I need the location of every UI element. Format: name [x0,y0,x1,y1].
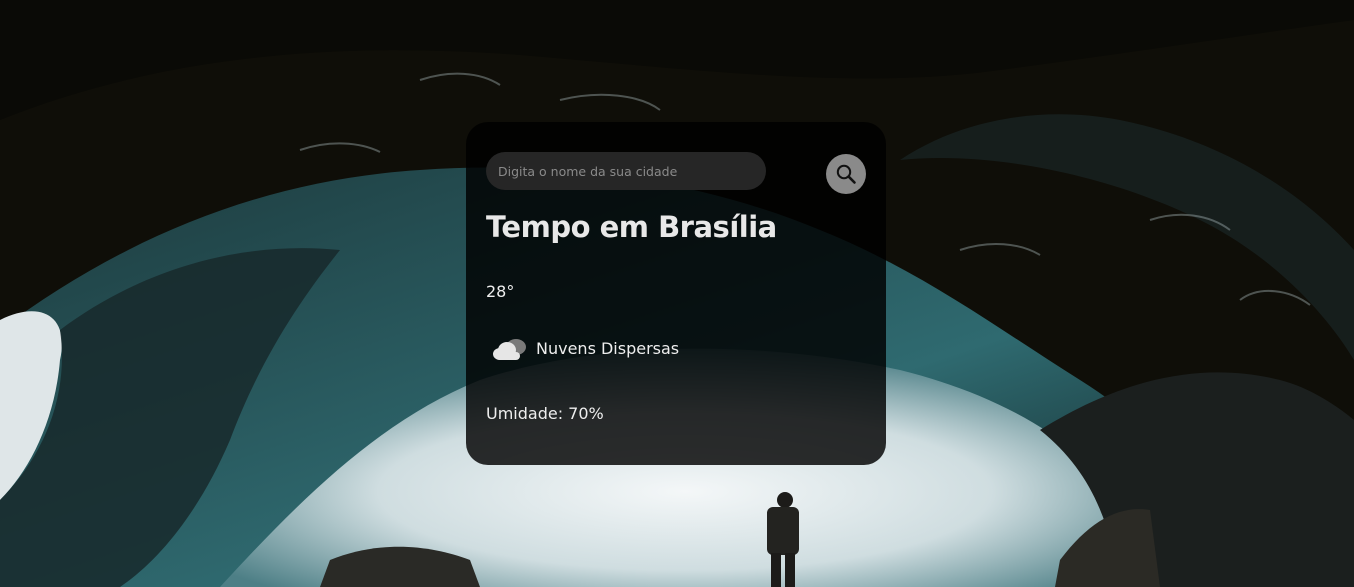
search-icon [835,163,857,185]
weather-condition: Nuvens Dispersas [490,332,679,364]
weather-description: Nuvens Dispersas [536,338,680,358]
cloud-icon [490,333,530,363]
city-title: Tempo em Brasília [486,210,777,244]
weather-card: Tempo em Brasília 28° Nuvens Dispersas U… [466,122,886,465]
search-button[interactable] [826,154,866,194]
temperature-value: 28° [486,282,515,301]
humidity-value: Umidade: 70% [486,404,604,423]
search-input[interactable] [486,152,766,190]
